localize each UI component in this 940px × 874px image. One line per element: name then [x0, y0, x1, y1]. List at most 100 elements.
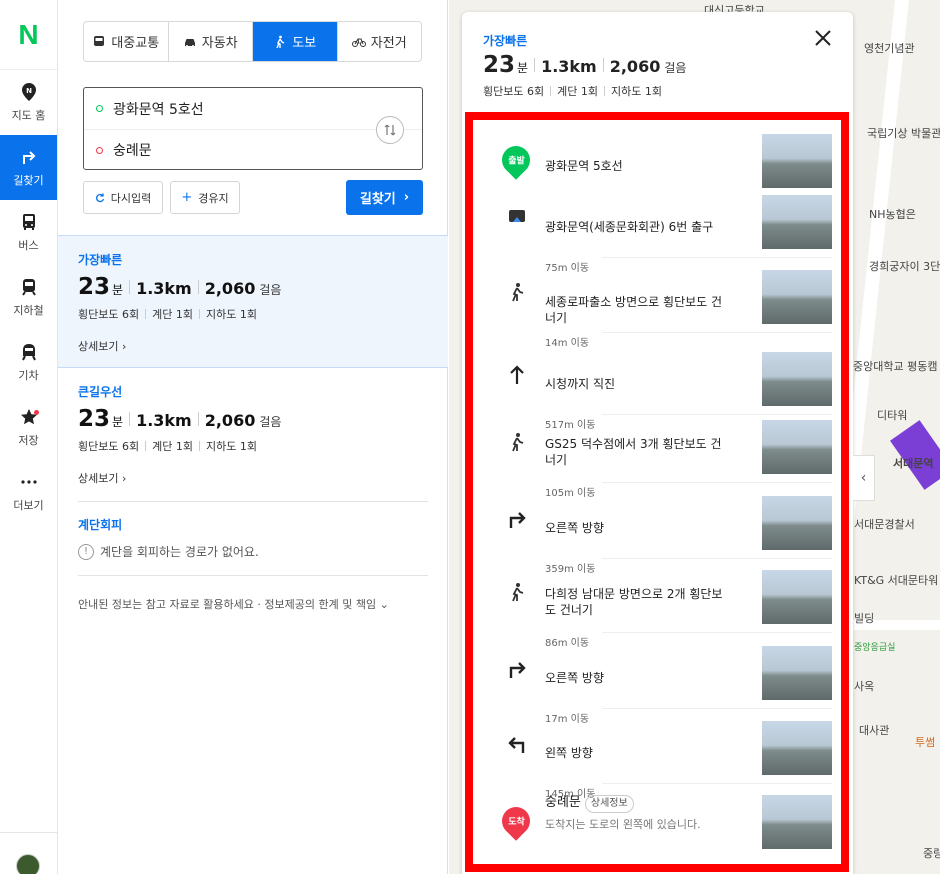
step-text: 숭례문 상세정보: [545, 795, 730, 813]
route-time-unit: 분: [112, 415, 124, 429]
add-waypoint-button[interactable]: + 경유지: [170, 181, 240, 214]
turn-right-icon: [502, 508, 532, 534]
route-time-unit: 분: [517, 61, 529, 75]
route-steps: 2,060: [204, 279, 256, 298]
step-distance: 86m 이동: [545, 638, 590, 649]
stairs-count: 계단 1회: [152, 308, 193, 321]
street-view-thumbnail[interactable]: [762, 420, 832, 474]
crosswalk-count: 횡단보도 6회: [483, 85, 545, 98]
street-view-thumbnail[interactable]: [762, 352, 832, 406]
divider: [602, 332, 832, 333]
street-view-thumbnail[interactable]: [762, 646, 832, 700]
start-field[interactable]: 광화문역 5호선: [84, 88, 422, 129]
route-option-fastest[interactable]: 가장빠른 23 분 1.3km 2,060 걸음 횡단보도 6회 계단 1회 지…: [58, 235, 448, 368]
street-view-thumbnail[interactable]: [762, 721, 832, 775]
route-time: 23: [483, 52, 516, 78]
map-label: 빌딩: [854, 612, 875, 625]
naver-pin-icon: N: [21, 83, 36, 101]
route-inputs: 광화문역 5호선 숭례문: [83, 87, 423, 170]
tab-bike[interactable]: 자전거: [338, 22, 422, 61]
step-distance: 517m 이동: [545, 420, 596, 431]
rail-item-bus[interactable]: 버스: [0, 200, 57, 265]
divider: [602, 414, 832, 415]
notification-dot: [34, 410, 39, 415]
map-label: 중앙응급실: [854, 643, 896, 653]
directions-detail-card: 가장빠른 23 분 1.3km 2,060 걸음 횡단보도 6회 계단 1회 지…: [462, 12, 875, 874]
rail-label: 저장: [18, 434, 39, 447]
step-text: 세종로파출소 방면으로 횡단보도 건너기: [545, 295, 723, 325]
route-steps-unit: 걸음: [664, 61, 687, 75]
swap-icon: [384, 124, 396, 136]
arrival-note: 도착지는 도로의 왼쪽에 있습니다.: [545, 818, 701, 831]
step-distance: 14m 이동: [545, 338, 590, 349]
stairs-count: 계단 1회: [152, 440, 193, 453]
route-steps: 2,060: [204, 411, 256, 430]
map-label: 대사관: [859, 724, 890, 737]
route-option-label: 계단회피: [78, 518, 123, 532]
naver-logo[interactable]: N: [0, 0, 57, 70]
step-text: 광화문역 5호선: [545, 159, 623, 173]
end-value: 숭례문: [113, 143, 152, 159]
map-label: 국립기상 박물관: [867, 127, 940, 140]
route-option-label: 가장빠른: [483, 34, 528, 48]
rail-label: 지도 홈: [11, 109, 46, 122]
tab-label: 자동차: [201, 36, 238, 51]
bike-icon: [351, 38, 366, 47]
end-field[interactable]: 숭례문: [84, 129, 422, 170]
map-label: 서대문역: [893, 457, 934, 470]
step-text: 시청까지 직진: [545, 377, 616, 391]
map-label: 중랑: [923, 847, 940, 860]
tab-transit[interactable]: 대중교통: [84, 22, 169, 61]
search-directions-button[interactable]: 길찾기 ›: [346, 180, 423, 215]
map-label: KT&G 서대문타워: [854, 574, 939, 587]
detail-info-tag[interactable]: 상세정보: [584, 795, 634, 813]
tab-walk[interactable]: 도보: [253, 22, 338, 61]
step-distance: 359m 이동: [545, 564, 596, 575]
rail-item-map-home[interactable]: N 지도 홈: [0, 70, 57, 135]
walk-icon: [502, 582, 532, 608]
street-view-thumbnail[interactable]: [762, 496, 832, 550]
map-label: 경희궁자이 3단지아파트: [869, 260, 940, 273]
stairs-count: 계단 1회: [557, 85, 598, 98]
walk-icon: [502, 282, 532, 308]
detail-link[interactable]: 상세보기 ›: [78, 470, 448, 486]
swap-button[interactable]: [376, 116, 404, 144]
start-pin-icon: 출발: [496, 140, 536, 180]
disclaimer-link[interactable]: 안내된 정보는 참고 자료로 활용하세요 · 정보제공의 한계 및 책임 ⌄: [78, 596, 389, 612]
street-view-thumbnail[interactable]: [762, 195, 832, 249]
rail-item-subway[interactable]: 지하철: [0, 265, 57, 330]
step-text: 오른쪽 방향: [545, 671, 605, 685]
collapse-button[interactable]: ‹: [853, 455, 875, 501]
street-view-thumbnail[interactable]: [762, 134, 832, 188]
tab-label: 대중교통: [111, 36, 160, 51]
street-view-thumbnail[interactable]: [762, 795, 832, 849]
avoid-message: 계단을 회피하는 경로가 없어요.: [100, 545, 259, 559]
crosswalk-count: 횡단보도 6회: [78, 308, 140, 321]
directions-icon: [22, 151, 35, 164]
rail-item-directions[interactable]: 길찾기: [0, 135, 57, 200]
route-distance: 1.3km: [136, 279, 192, 298]
rail-label: 기차: [18, 369, 39, 382]
map-label: 영천기념관: [864, 42, 915, 55]
rail-item-saved[interactable]: 저장: [0, 395, 57, 460]
street-view-thumbnail[interactable]: [762, 270, 832, 324]
detail-link[interactable]: 상세보기 ›: [78, 338, 448, 354]
more-icon: [20, 480, 37, 484]
walk-icon: [502, 432, 532, 458]
train-icon: [21, 344, 36, 361]
route-option-main-road[interactable]: 큰길우선 23 분 1.3km 2,060 걸음 횡단보도 6회 계단 1회 지…: [58, 383, 448, 493]
turn-right-icon: [502, 658, 532, 684]
bus-icon: [22, 214, 35, 230]
close-icon[interactable]: [811, 26, 835, 50]
tab-car[interactable]: 자동차: [169, 22, 253, 61]
avatar[interactable]: [16, 854, 40, 874]
reset-button[interactable]: 다시입력: [83, 181, 163, 214]
rail-item-train[interactable]: 기차: [0, 330, 57, 395]
go-label: 길찾기: [359, 192, 396, 207]
rail-label: 버스: [18, 239, 39, 252]
rail-item-more[interactable]: 더보기: [0, 460, 57, 525]
underpass-count: 지하도 1회: [610, 85, 662, 98]
crosswalk-count: 횡단보도 6회: [78, 440, 140, 453]
underpass-count: 지하도 1회: [205, 308, 257, 321]
street-view-thumbnail[interactable]: [762, 570, 832, 624]
